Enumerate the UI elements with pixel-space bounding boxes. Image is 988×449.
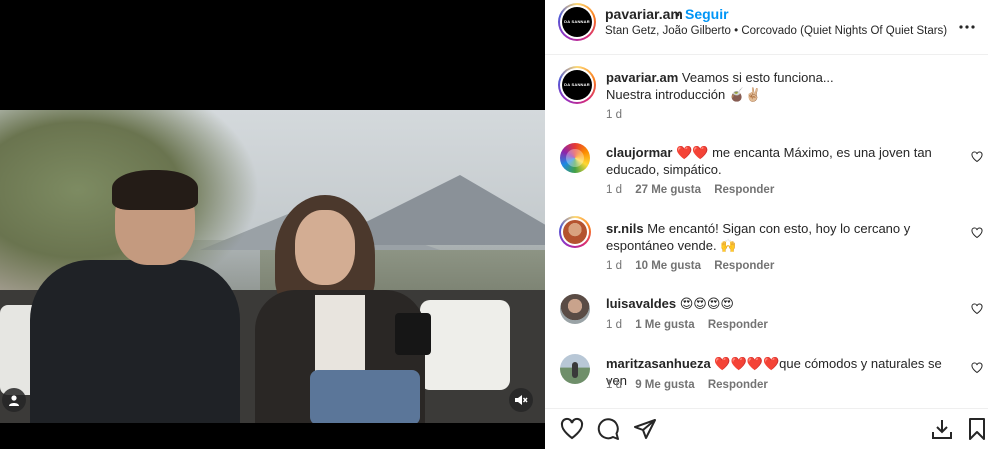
comment-meta: 1 d 9 Me gusta Responder — [606, 379, 778, 391]
caption-text: pavariar.am Veamos si esto funciona... — [606, 70, 834, 85]
more-horizontal-icon — [959, 25, 975, 29]
person-left-hair — [112, 170, 198, 210]
comment-time: 1 d — [606, 319, 622, 331]
comment-avatar-photo — [563, 220, 587, 244]
reply-button[interactable]: Responder — [714, 184, 774, 196]
video-frame[interactable] — [0, 110, 545, 423]
action-bar — [545, 408, 988, 449]
heart-icon[interactable] — [971, 303, 983, 315]
bookmark-icon[interactable] — [967, 417, 987, 441]
comment-time: 1 d — [606, 260, 622, 272]
comment-text: claujormar ❤️❤️ me encanta Máximo, es un… — [606, 144, 946, 178]
heart-icon[interactable] — [560, 417, 584, 441]
comment-text: sr.nils Me encantó! Sigan con esto, hoy … — [606, 220, 946, 254]
person-right-jeans — [310, 370, 420, 423]
caption-avatar[interactable]: DA SANNAR — [558, 66, 596, 104]
author-avatar[interactable]: DA SANNAR — [558, 3, 596, 41]
caption-timestamp: 1 d — [606, 109, 622, 121]
reply-button[interactable]: Responder — [708, 379, 768, 391]
separator-dot: • — [675, 6, 680, 22]
post-details-panel: DA SANNAR pavariar.am • Seguir Stan Getz… — [545, 0, 988, 449]
comment-avatar[interactable] — [559, 216, 591, 248]
person-right-head — [295, 210, 355, 285]
user-icon — [9, 395, 19, 406]
comment-meta: 1 d 10 Me gusta Responder — [606, 260, 784, 272]
caption-line-2: Nuestra introducción 🧉✌🏼 — [606, 87, 762, 102]
mute-icon — [515, 395, 528, 405]
avatar-highlight — [566, 149, 584, 167]
comment-time: 1 d — [606, 379, 622, 391]
post-media[interactable] — [0, 0, 545, 449]
post-header: DA SANNAR pavariar.am • Seguir Stan Getz… — [545, 0, 988, 55]
follow-button[interactable]: Seguir — [685, 6, 729, 22]
comment-likes[interactable]: 10 Me gusta — [635, 260, 701, 272]
comment-body: 😍😍😍😍 — [679, 296, 734, 311]
comment-avatar[interactable] — [560, 354, 590, 384]
comment-likes[interactable]: 1 Me gusta — [635, 319, 694, 331]
comment-body: Me encantó! Sigan con esto, hoy lo cerca… — [606, 221, 911, 253]
tagged-users-button[interactable] — [2, 388, 26, 412]
mug — [395, 313, 431, 355]
comment-avatar-inner — [561, 218, 589, 246]
comment-meta: 1 d 27 Me gusta Responder — [606, 184, 784, 196]
author-avatar-inner: DA SANNAR — [560, 5, 594, 39]
comment-text: luisavaldes 😍😍😍😍 — [606, 295, 946, 312]
mute-button[interactable] — [509, 388, 533, 412]
heart-icon[interactable] — [971, 362, 983, 374]
comment-username[interactable]: claujormar — [606, 145, 672, 160]
comment-avatar[interactable] — [560, 294, 590, 324]
comment-username[interactable]: maritzasanhueza — [606, 356, 711, 371]
reply-button[interactable]: Responder — [714, 260, 774, 272]
reply-button[interactable]: Responder — [708, 319, 768, 331]
audio-track-link[interactable]: Stan Getz, João Gilberto • Corcovado (Qu… — [605, 25, 950, 37]
avatar-figure — [572, 362, 578, 378]
comment-likes[interactable]: 9 Me gusta — [635, 379, 694, 391]
comment-username[interactable]: sr.nils — [606, 221, 644, 236]
video-person-left — [20, 170, 240, 423]
comment-time: 1 d — [606, 184, 622, 196]
heart-icon[interactable] — [971, 227, 983, 239]
more-options-button[interactable] — [959, 13, 975, 34]
comment-meta: 1 d 1 Me gusta Responder — [606, 319, 778, 331]
caption-avatar-inner: DA SANNAR — [560, 68, 594, 102]
person-left-body — [30, 260, 240, 423]
caption-line-1: Veamos si esto funciona... — [681, 70, 834, 85]
comment-avatar[interactable] — [560, 143, 590, 173]
comment-icon[interactable] — [596, 417, 620, 441]
send-icon[interactable] — [633, 417, 657, 441]
video-person-right — [255, 195, 435, 423]
comment-likes[interactable]: 27 Me gusta — [635, 184, 701, 196]
caption-avatar-logo: DA SANNAR — [562, 70, 592, 100]
comment-username[interactable]: luisavaldes — [606, 296, 676, 311]
author-username[interactable]: pavariar.am — [605, 6, 683, 22]
download-icon[interactable] — [930, 417, 954, 441]
caption-username[interactable]: pavariar.am — [606, 70, 678, 85]
heart-icon[interactable] — [971, 151, 983, 163]
author-avatar-logo: DA SANNAR — [562, 7, 592, 37]
